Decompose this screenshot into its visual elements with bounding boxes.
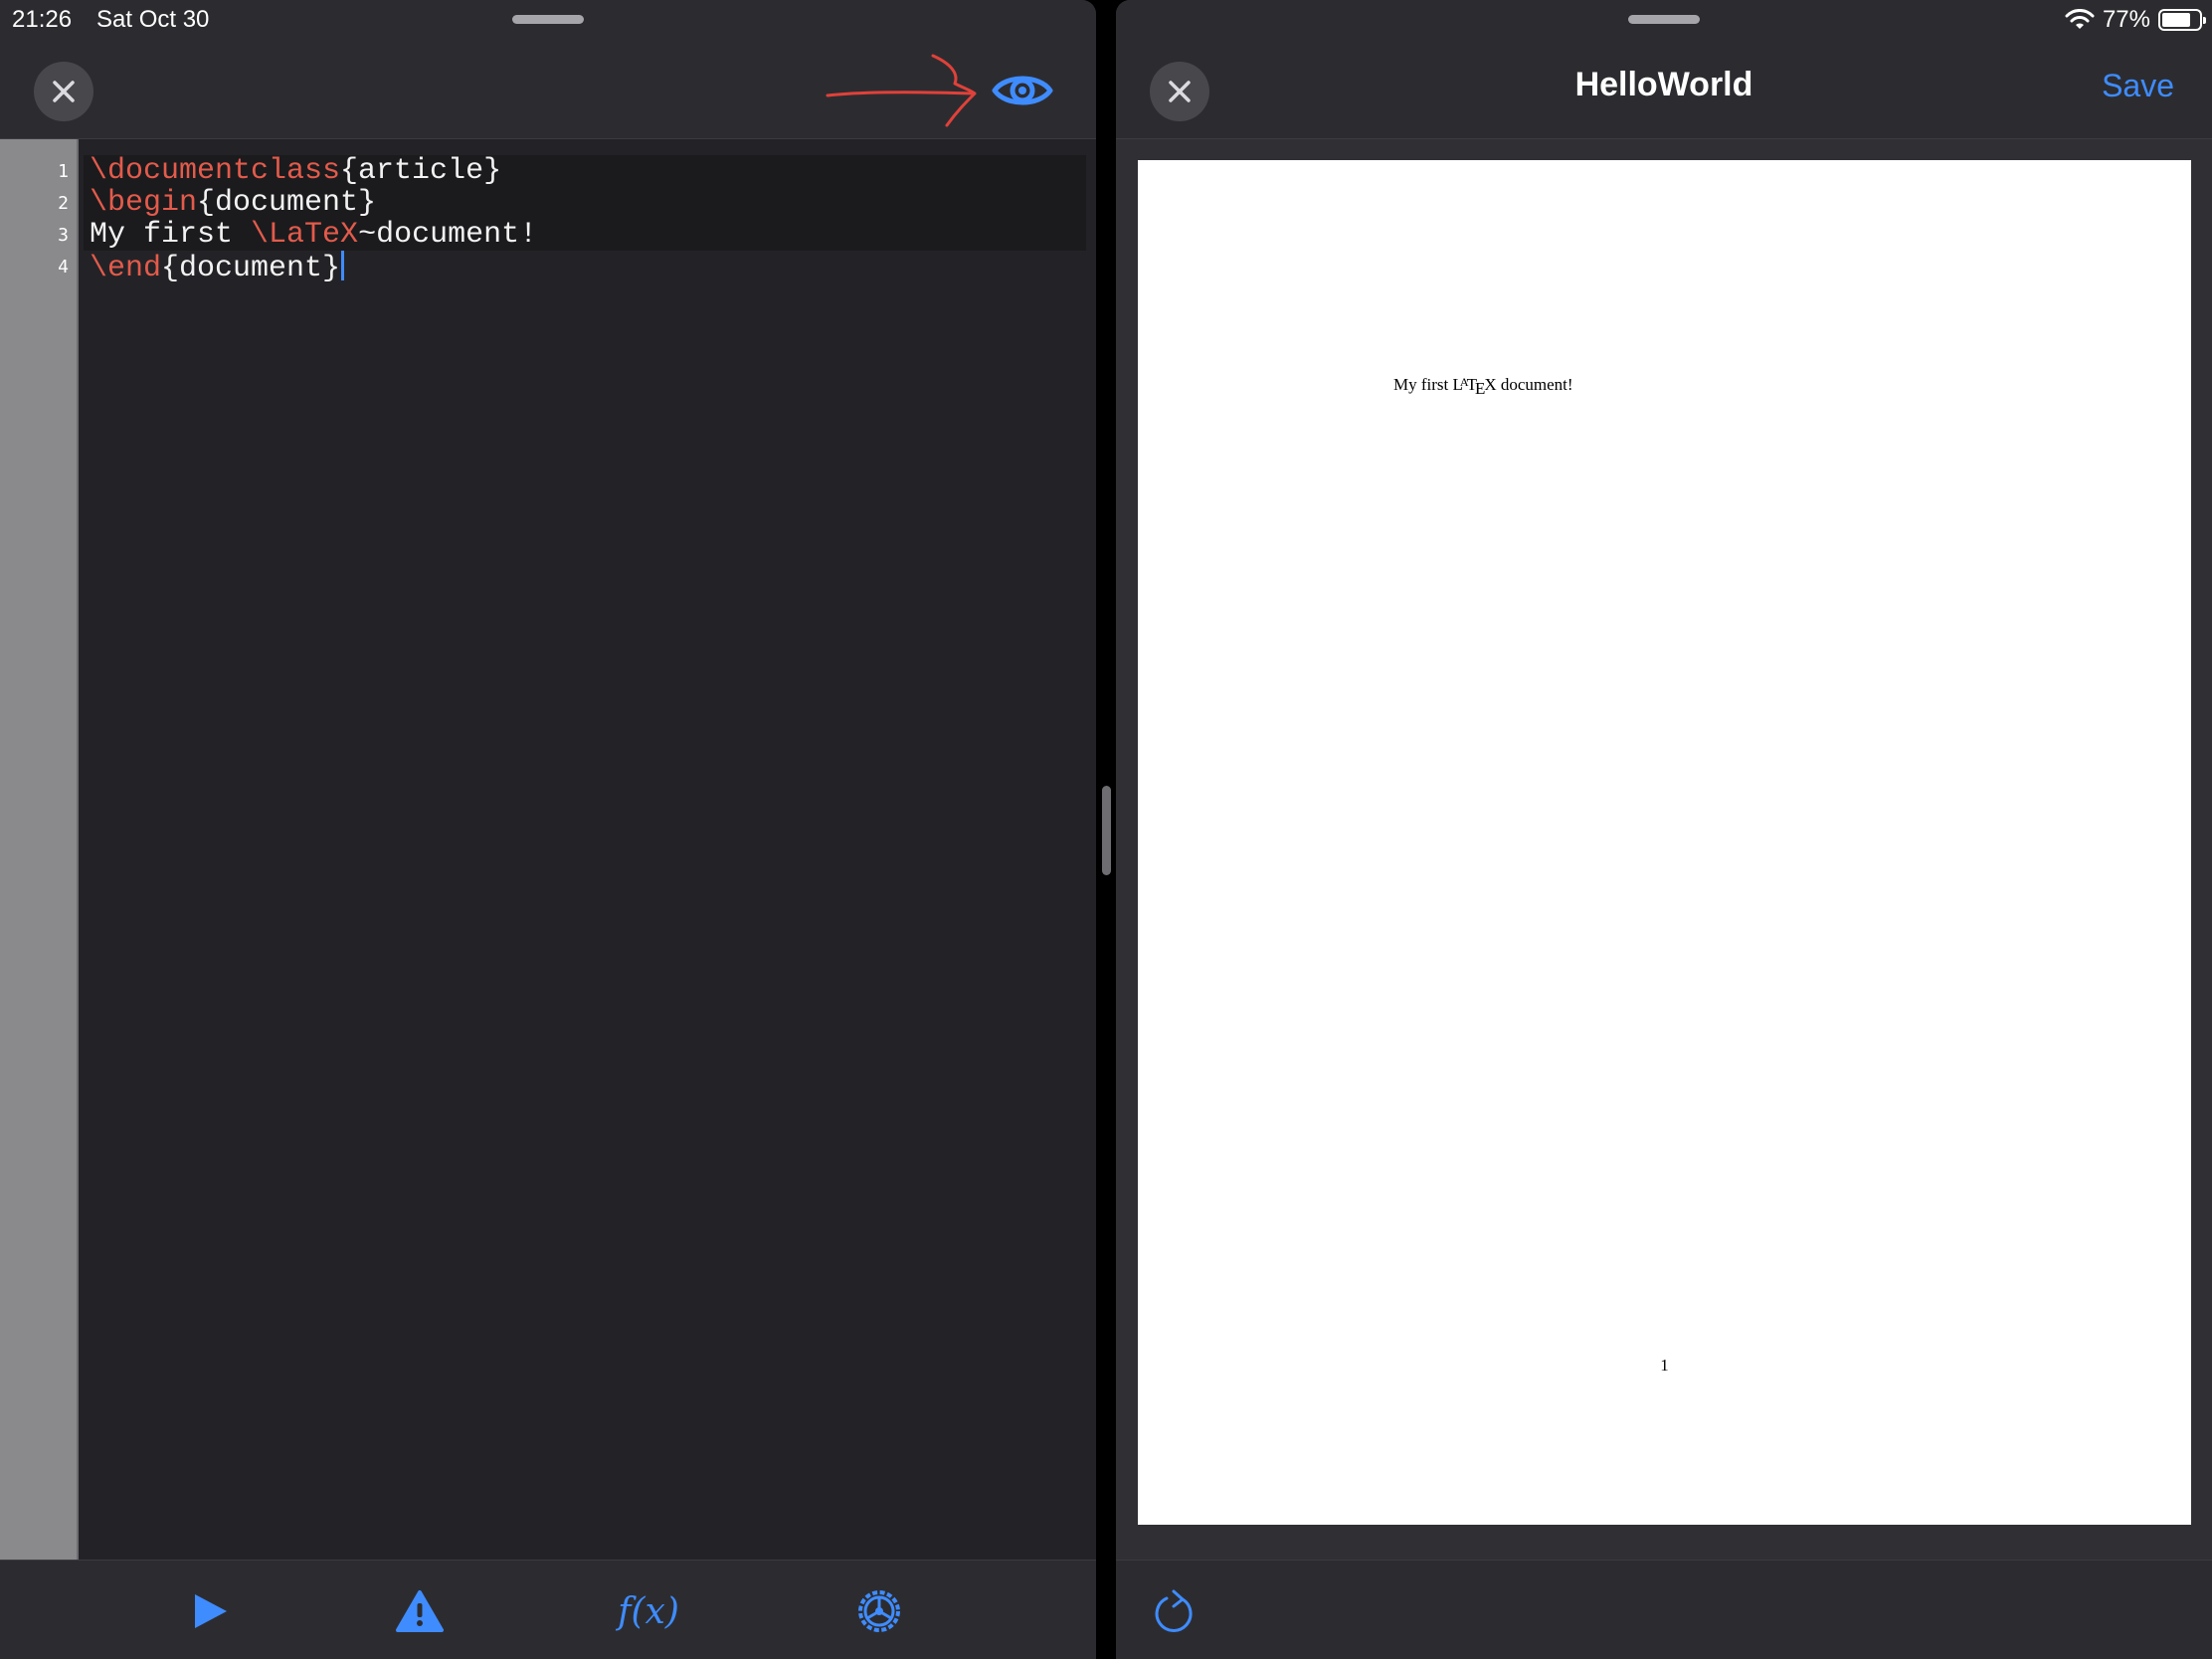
latex-command-token: \end	[90, 252, 162, 285]
play-icon	[195, 1594, 227, 1628]
code-text-token: {document}	[197, 186, 377, 220]
preview-toolbar	[1116, 1560, 2212, 1659]
settings-gear-icon	[858, 1590, 900, 1632]
close-editor-button[interactable]	[34, 62, 93, 121]
code-line[interactable]: \end{document}	[90, 251, 345, 285]
code-text-token: My first	[90, 218, 252, 252]
page-body-text: My first LATEX document!	[1393, 375, 1573, 398]
line-number: 2	[58, 193, 69, 214]
save-button[interactable]: Save	[2102, 68, 2174, 104]
latex-command-token: \documentclass	[90, 154, 341, 188]
warnings-button[interactable]	[394, 1586, 446, 1636]
text-cursor	[341, 251, 345, 280]
code-line[interactable]: \begin{document}	[90, 187, 376, 219]
code-line[interactable]: My first \LaTeX~document!	[90, 219, 537, 251]
line-number: 1	[58, 161, 69, 182]
settings-button[interactable]	[853, 1586, 905, 1636]
split-view-divider[interactable]	[1102, 786, 1111, 875]
warning-icon	[396, 1590, 444, 1632]
battery-icon	[2158, 9, 2206, 31]
close-icon	[53, 81, 75, 102]
latex-command-token: \begin	[90, 186, 198, 220]
editor-pane: 1 2 3 4 \documentclass{article} \begin{d…	[0, 0, 1096, 1659]
status-date: Sat Oct 30	[96, 6, 210, 33]
line-number: 4	[58, 257, 69, 277]
line-number: 3	[58, 225, 69, 246]
functions-button[interactable]: f(x)	[613, 1586, 684, 1636]
code-line[interactable]: \documentclass{article}	[90, 155, 501, 187]
status-right: 77%	[2065, 6, 2206, 34]
editor-toolbar: f(x)	[0, 1560, 1096, 1659]
code-text-token: {article}	[340, 154, 502, 188]
page-number: 1	[1660, 1356, 1669, 1375]
battery-percent: 77%	[2102, 6, 2150, 33]
line-number-gutter: 1 2 3 4	[0, 139, 79, 1560]
latex-command-token: \LaTeX	[251, 218, 359, 252]
code-text-token: {document}	[161, 252, 341, 285]
compile-run-button[interactable]	[185, 1586, 235, 1636]
preview-eye-button[interactable]	[991, 66, 1054, 115]
pdf-page[interactable]: My first LATEX document! 1	[1138, 160, 2191, 1525]
eye-icon	[992, 76, 1053, 105]
battery-fill	[2162, 13, 2190, 27]
refresh-button[interactable]	[1150, 1586, 1199, 1636]
code-text-token: ~document!	[358, 218, 538, 252]
status-time: 21:26	[12, 6, 73, 33]
status-bar: 21:26 Sat Oct 30 77%	[0, 0, 2212, 40]
wifi-icon	[2065, 9, 2095, 29]
preview-pane: HelloWorld Save My first LATEX document!…	[1116, 0, 2212, 1659]
annotation-arrow	[826, 54, 977, 127]
document-title: HelloWorld	[1574, 66, 1753, 103]
refresh-icon	[1155, 1589, 1193, 1632]
